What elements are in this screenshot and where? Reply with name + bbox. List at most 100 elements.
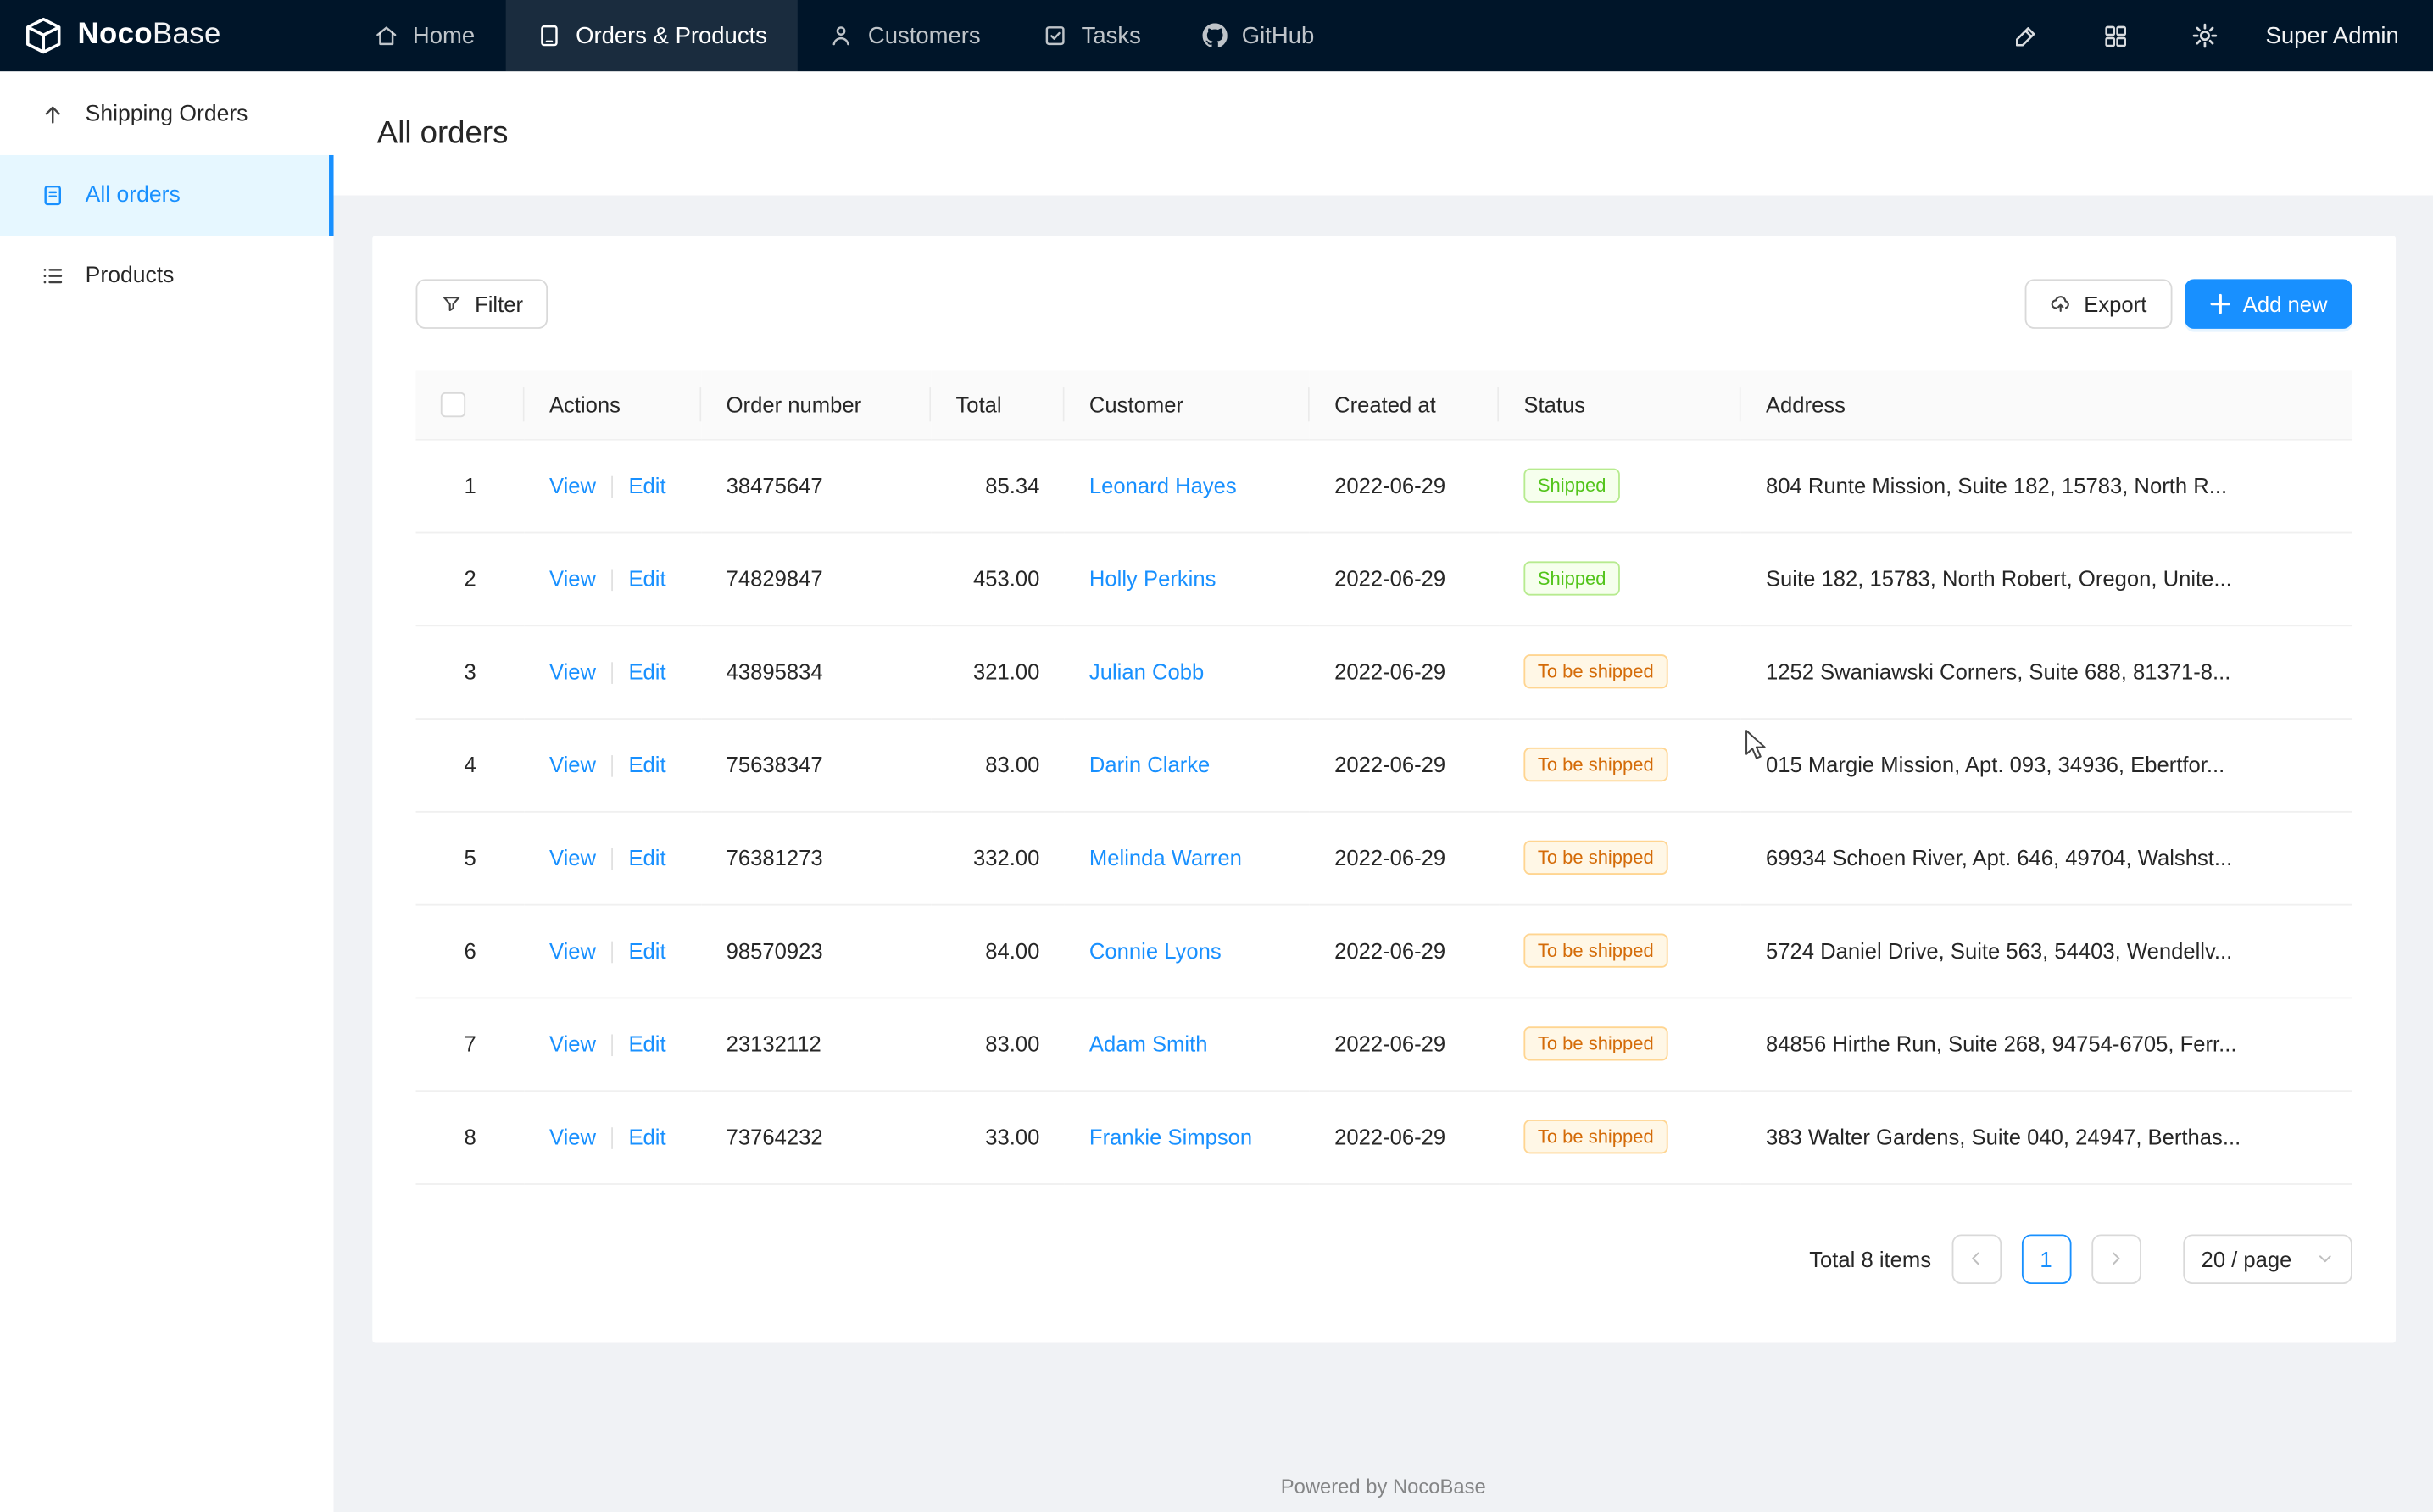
customer-link[interactable]: Adam Smith xyxy=(1089,1031,1208,1056)
nav-item-home[interactable]: Home xyxy=(343,0,506,71)
customer-link[interactable]: Leonard Hayes xyxy=(1089,473,1237,498)
sidebar-item-all-orders[interactable]: All orders xyxy=(0,155,334,236)
arrow-up-icon xyxy=(41,103,65,127)
select-all-checkbox[interactable] xyxy=(441,393,465,418)
status-cell: To be shipped xyxy=(1499,625,1741,718)
column-header-status: Status xyxy=(1499,370,1741,439)
table-row[interactable]: 5 ViewEdit 76381273 332.00 Melinda Warre… xyxy=(416,811,2352,904)
status-badge: To be shipped xyxy=(1523,1026,1667,1060)
table-row[interactable]: 4 ViewEdit 75638347 83.00 Darin Clarke 2… xyxy=(416,718,2352,811)
pagination: Total 8 items 1 20 / page xyxy=(416,1234,2352,1284)
order-number-cell: 43895834 xyxy=(701,625,931,718)
status-cell: To be shipped xyxy=(1499,998,1741,1091)
status-badge: To be shipped xyxy=(1523,1120,1667,1153)
view-link[interactable]: View xyxy=(549,659,596,683)
filter-button-label: Filter xyxy=(475,292,523,316)
customer-cell: Connie Lyons xyxy=(1065,904,1310,998)
ui-editor-pen-icon[interactable] xyxy=(1999,9,2052,62)
column-header-customer: Customer xyxy=(1065,370,1310,439)
nav-item-label: Tasks xyxy=(1082,23,1141,49)
main-area: All orders Filter xyxy=(334,71,2433,1512)
table-row[interactable]: 7 ViewEdit 23132112 83.00 Adam Smith 202… xyxy=(416,998,2352,1091)
total-cell: 33.00 xyxy=(931,1090,1064,1183)
order-number-cell: 76381273 xyxy=(701,811,931,904)
customer-link[interactable]: Melinda Warren xyxy=(1089,845,1242,870)
actions-cell: View Edit xyxy=(525,998,702,1091)
nav-item-customers[interactable]: Customers xyxy=(799,0,1012,71)
status-cell: To be shipped xyxy=(1499,904,1741,998)
edit-link[interactable]: Edit xyxy=(628,566,665,591)
table-row[interactable]: 8 ViewEdit 73764232 33.00 Frankie Simpso… xyxy=(416,1090,2352,1183)
pagination-total: Total 8 items xyxy=(1809,1246,1931,1270)
page-header: All orders xyxy=(334,71,2433,195)
brand-name: NocoBase xyxy=(78,19,221,53)
actions-cell: View Edit xyxy=(525,718,702,811)
add-new-button-label: Add new xyxy=(2243,292,2328,316)
customer-link[interactable]: Holly Perkins xyxy=(1089,566,1216,591)
edit-link[interactable]: Edit xyxy=(628,1031,665,1055)
apps-grid-icon[interactable] xyxy=(2089,9,2141,62)
created-at-cell: 2022-06-29 xyxy=(1310,904,1499,998)
settings-gear-icon[interactable] xyxy=(2179,9,2231,62)
view-link[interactable]: View xyxy=(549,938,596,963)
column-header-total: Total xyxy=(931,370,1064,439)
table-row[interactable]: 6 ViewEdit 98570923 84.00 Connie Lyons 2… xyxy=(416,904,2352,998)
previous-page-button[interactable] xyxy=(1951,1234,2002,1284)
orders-file-icon xyxy=(41,183,65,208)
order-number-cell: 74829847 xyxy=(701,532,931,625)
table-row[interactable]: 1 ViewEdit 38475647 85.34 Leonard Hayes … xyxy=(416,439,2352,532)
actions-cell: View Edit xyxy=(525,904,702,998)
view-link[interactable]: View xyxy=(549,566,596,591)
column-header-address: Address xyxy=(1741,370,2352,439)
next-page-button[interactable] xyxy=(2091,1234,2141,1284)
page-size-select[interactable]: 20 / page xyxy=(2183,1234,2352,1284)
view-link[interactable]: View xyxy=(549,845,596,870)
list-icon xyxy=(41,264,65,288)
view-link[interactable]: View xyxy=(549,1031,596,1055)
edit-link[interactable]: Edit xyxy=(628,752,665,776)
user-menu[interactable]: Super Admin xyxy=(2266,23,2399,49)
customer-link[interactable]: Connie Lyons xyxy=(1089,938,1222,963)
order-number-cell: 75638347 xyxy=(701,718,931,811)
view-link[interactable]: View xyxy=(549,1124,596,1148)
address-cell: 5724 Daniel Drive, Suite 563, 54403, Wen… xyxy=(1741,904,2352,998)
table-row[interactable]: 2 ViewEdit 74829847 453.00 Holly Perkins… xyxy=(416,532,2352,625)
edit-link[interactable]: Edit xyxy=(628,473,665,498)
action-divider xyxy=(611,476,613,498)
customer-link[interactable]: Julian Cobb xyxy=(1089,659,1204,684)
brand[interactable]: NocoBase xyxy=(0,0,334,71)
customer-link[interactable]: Darin Clarke xyxy=(1089,752,1210,776)
edit-link[interactable]: Edit xyxy=(628,845,665,870)
edit-link[interactable]: Edit xyxy=(628,938,665,963)
export-button[interactable]: Export xyxy=(2025,279,2172,329)
edit-link[interactable]: Edit xyxy=(628,659,665,683)
column-header-order-number: Order number xyxy=(701,370,931,439)
created-at-cell: 2022-06-29 xyxy=(1310,811,1499,904)
nav-item-tasks[interactable]: Tasks xyxy=(1011,0,1172,71)
toolbar-right-actions: Export Add new xyxy=(2025,279,2352,329)
add-new-button[interactable]: Add new xyxy=(2184,279,2352,329)
action-divider xyxy=(611,848,613,870)
nav-item-github[interactable]: GitHub xyxy=(1172,0,1345,71)
filter-button[interactable]: Filter xyxy=(416,279,548,329)
column-header-created-at: Created at xyxy=(1310,370,1499,439)
customer-link[interactable]: Frankie Simpson xyxy=(1089,1125,1252,1149)
table-header-row: Actions Order number Total Customer Crea… xyxy=(416,370,2352,439)
address-cell: 804 Runte Mission, Suite 182, 15783, Nor… xyxy=(1741,439,2352,532)
status-cell: Shipped xyxy=(1499,439,1741,532)
sidebar-item-shipping-orders[interactable]: Shipping Orders xyxy=(0,75,334,155)
order-number-cell: 73764232 xyxy=(701,1090,931,1183)
total-cell: 453.00 xyxy=(931,532,1064,625)
action-divider xyxy=(611,1035,613,1057)
page-number-button[interactable]: 1 xyxy=(2021,1234,2071,1284)
view-link[interactable]: View xyxy=(549,473,596,498)
nav-item-orders-products[interactable]: Orders & Products xyxy=(506,0,799,71)
view-link[interactable]: View xyxy=(549,752,596,776)
created-at-cell: 2022-06-29 xyxy=(1310,439,1499,532)
sidebar-item-products[interactable]: Products xyxy=(0,236,334,316)
sidebar-item-label: Shipping Orders xyxy=(86,103,248,127)
sidebar: Shipping Orders All orders Products xyxy=(0,71,334,1512)
table-row[interactable]: 3 ViewEdit 43895834 321.00 Julian Cobb 2… xyxy=(416,625,2352,718)
edit-link[interactable]: Edit xyxy=(628,1124,665,1148)
status-cell: Shipped xyxy=(1499,532,1741,625)
